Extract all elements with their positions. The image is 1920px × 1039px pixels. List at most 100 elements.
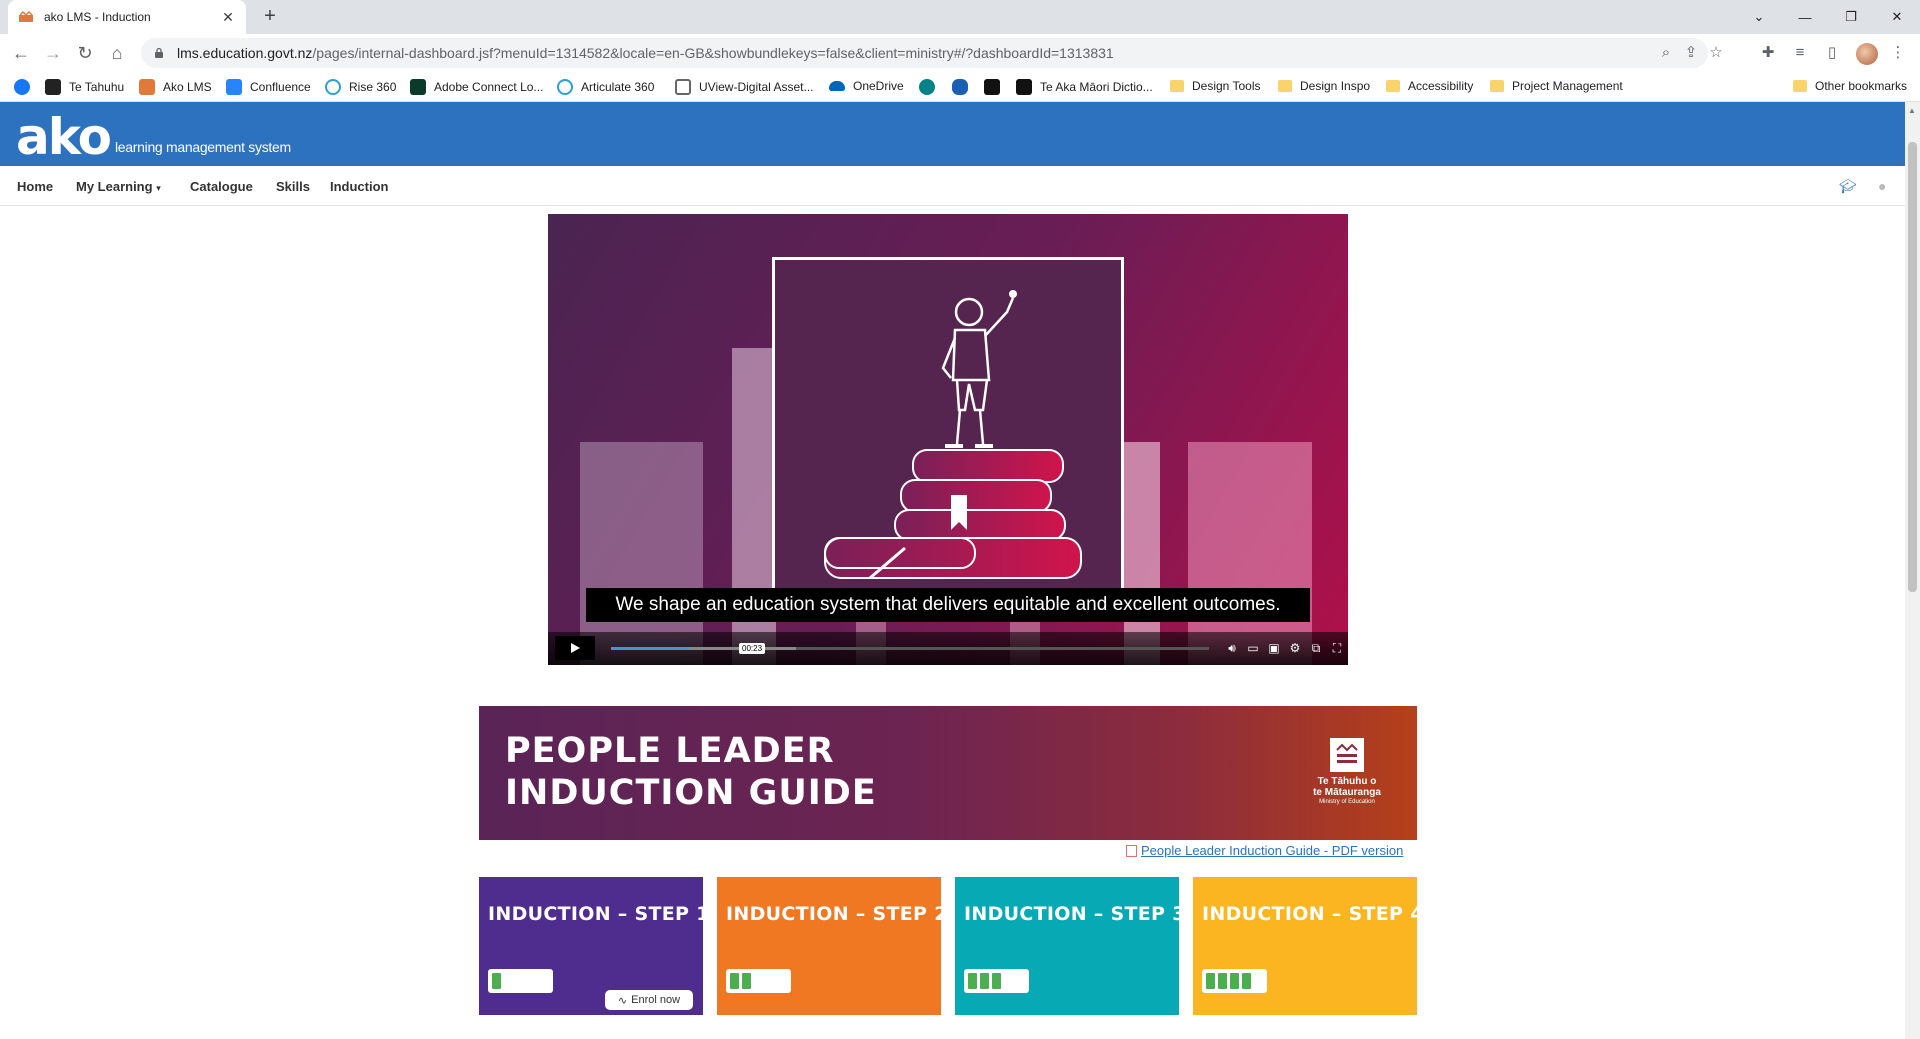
bookmark-confluence[interactable]: Confluence: [226, 79, 311, 95]
step-title: INDUCTION – STEP 4: [1202, 903, 1424, 925]
ministry-subtitle: Ministry of Education: [1319, 799, 1375, 805]
induction-guide-banner[interactable]: PEOPLE LEADER INDUCTION GUIDE Te Tāhuhu …: [479, 706, 1417, 840]
reading-list-icon[interactable]: ≡: [1790, 43, 1810, 63]
tab-close-icon[interactable]: ✕: [220, 9, 236, 26]
bookmark-facebook[interactable]: [14, 79, 38, 95]
picture-in-picture-icon[interactable]: ⧉: [1308, 640, 1324, 656]
new-tab-icon[interactable]: +: [258, 5, 282, 29]
page-scrollbar[interactable]: ▲: [1905, 102, 1920, 1039]
progress-battery-icon: [726, 969, 791, 993]
cast-icon[interactable]: ▭: [1245, 640, 1261, 656]
video-player[interactable]: We shape an education system that delive…: [548, 214, 1348, 665]
nav-induction[interactable]: Induction: [330, 179, 389, 194]
bookmark-adobe-connect[interactable]: Adobe Connect Lo...: [410, 79, 543, 95]
browser-tab[interactable]: ako LMS - Induction ✕: [8, 0, 246, 34]
extensions-icon[interactable]: ✚: [1758, 43, 1778, 63]
bookmark-sharepoint[interactable]: [919, 79, 943, 95]
nav-catalogue[interactable]: Catalogue: [190, 179, 253, 194]
induction-step-4-tile[interactable]: INDUCTION – STEP 4: [1193, 877, 1423, 1015]
bookmark-label: Design Tools: [1192, 79, 1261, 93]
induction-step-2-tile[interactable]: INDUCTION – STEP 2: [717, 877, 947, 1015]
bookmark-star-icon[interactable]: ☆: [1708, 45, 1724, 61]
crest-icon: [952, 79, 968, 95]
tab-title: ako LMS - Induction: [44, 10, 151, 24]
progress-played: [611, 647, 689, 650]
ako-logo[interactable]: ako: [16, 108, 112, 166]
bookmark-te-tahuhu[interactable]: Te Tahuhu: [45, 79, 124, 95]
reload-icon[interactable]: ↻: [73, 41, 97, 65]
play-button[interactable]: [555, 636, 595, 660]
page-content: ako learning management system Home My L…: [0, 102, 1905, 1039]
bookmark-black[interactable]: [984, 79, 1008, 95]
profile-avatar[interactable]: [1856, 43, 1878, 65]
bookmark-rise-360[interactable]: Rise 360: [325, 79, 396, 95]
captions-icon[interactable]: ▣: [1266, 640, 1282, 656]
scroll-thumb[interactable]: [1908, 142, 1917, 592]
enrol-now-label: Enrol now: [631, 994, 681, 1006]
progress-battery-icon: [1202, 969, 1267, 993]
folder-icon: [1490, 80, 1504, 92]
bookmark-label: Ako LMS: [163, 80, 212, 94]
bookmark-label: Other bookmarks: [1815, 79, 1908, 93]
battery-cell: [980, 973, 989, 989]
restore-icon[interactable]: ❐: [1828, 0, 1874, 34]
menu-icon[interactable]: ⋮: [1888, 43, 1908, 63]
address-bar[interactable]: lms.education.govt.nz/pages/internal-das…: [141, 38, 1723, 68]
bookmark-project-management[interactable]: Project Management: [1490, 79, 1623, 93]
volume-icon[interactable]: 🔊︎: [1224, 640, 1240, 656]
guide-title-line2: INDUCTION GUIDE: [505, 773, 877, 813]
share-icon[interactable]: ⇪: [1683, 45, 1699, 61]
bookmark-design-tools[interactable]: Design Tools: [1170, 79, 1260, 93]
battery-cell: [968, 973, 977, 989]
enrol-now-button[interactable]: ∿ Enrol now: [605, 990, 693, 1010]
ministry-name-line2: te Mātauranga: [1313, 787, 1381, 798]
bookmark-articulate-360[interactable]: Articulate 360: [557, 79, 654, 95]
video-progress-bar[interactable]: 00:23: [611, 643, 1209, 654]
video-caption: We shape an education system that delive…: [586, 588, 1310, 622]
battery-cell: [1218, 973, 1227, 989]
nav-skills[interactable]: Skills: [276, 179, 310, 194]
bookmark-te-aka[interactable]: Te Aka Māori Dictio...: [1016, 79, 1153, 95]
logo-subtitle: learning management system: [115, 139, 291, 155]
side-panel-icon[interactable]: ▯: [1822, 43, 1842, 63]
bookmark-design-inspo[interactable]: Design Inspo: [1278, 79, 1370, 93]
student-on-books-illustration: [824, 290, 1082, 580]
induction-step-3-tile[interactable]: INDUCTION – STEP 3: [955, 877, 1185, 1015]
bookmark-label: Project Management: [1512, 79, 1623, 93]
nav-my-learning[interactable]: My Learning ▾: [76, 179, 161, 194]
ako-icon: [139, 79, 155, 95]
tab-search-icon[interactable]: ⌄: [1736, 0, 1782, 34]
forward-icon[interactable]: →: [41, 41, 65, 65]
bookmark-label: Adobe Connect Lo...: [434, 80, 544, 94]
battery-cell: [742, 973, 751, 989]
zoom-icon[interactable]: ⌕: [1658, 45, 1674, 61]
url-text: lms.education.govt.nz/pages/internal-das…: [177, 45, 1114, 61]
bookmark-crest[interactable]: [952, 79, 976, 95]
scroll-up-icon[interactable]: ▲: [1908, 106, 1916, 115]
back-icon[interactable]: ←: [9, 41, 33, 65]
bookmark-accessibility[interactable]: Accessibility: [1386, 79, 1473, 93]
site-header: ako learning management system: [0, 102, 1905, 166]
window-close-icon[interactable]: ✕: [1874, 0, 1920, 34]
induction-step-1-tile[interactable]: INDUCTION – STEP 1 ∿ Enrol now: [479, 877, 709, 1015]
play-icon: [571, 643, 580, 653]
bookmark-label: Accessibility: [1408, 79, 1474, 93]
fullscreen-icon[interactable]: ⛶: [1329, 640, 1345, 656]
battery-cell: [992, 973, 1001, 989]
bookmark-other[interactable]: Other bookmarks: [1793, 79, 1907, 93]
user-icon[interactable]: ●: [1878, 178, 1886, 194]
bookmark-ako-lms[interactable]: Ako LMS: [139, 79, 212, 95]
nav-home[interactable]: Home: [17, 179, 53, 194]
minimize-icon[interactable]: —: [1782, 0, 1828, 34]
bookmark-label: Te Tahuhu: [69, 80, 125, 94]
adobe-connect-icon: [410, 79, 426, 95]
bookmark-uview[interactable]: UView-Digital Asset...: [675, 79, 814, 95]
step-title: INDUCTION – STEP 3: [964, 903, 1186, 925]
bookmark-onedrive[interactable]: OneDrive: [829, 79, 904, 93]
home-icon[interactable]: ⌂: [105, 41, 129, 65]
pdf-guide-link[interactable]: People Leader Induction Guide - PDF vers…: [1126, 843, 1403, 858]
graduation-cap-icon[interactable]: 🎓︎: [1839, 178, 1857, 195]
pulse-icon: ∿: [617, 994, 628, 1007]
progress-battery-icon: [488, 969, 553, 993]
settings-gear-icon[interactable]: ⚙: [1287, 640, 1303, 656]
